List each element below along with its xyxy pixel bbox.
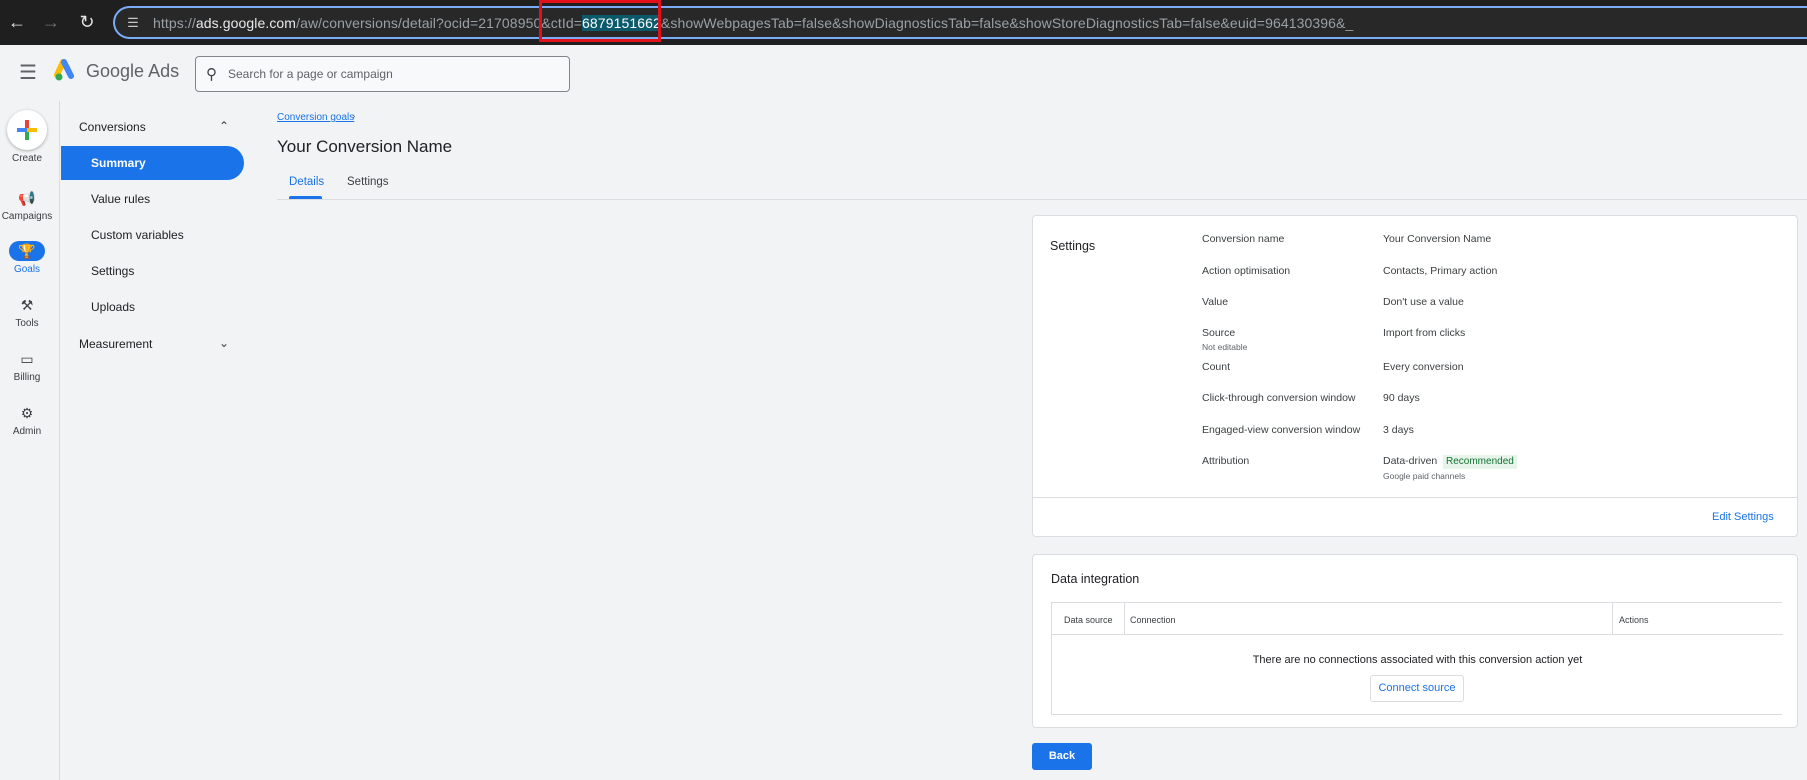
brand-google: Google	[86, 61, 145, 81]
breadcrumb-chevron-icon: ›	[352, 111, 356, 122]
url-host: ads.google.com	[195, 15, 297, 31]
rail-label: Tools	[15, 318, 39, 329]
setting-label: Source	[1202, 327, 1236, 339]
setting-value: Don't use a value	[1383, 296, 1464, 308]
nav-item-settings[interactable]: Settings	[61, 254, 244, 288]
setting-label: Count	[1202, 361, 1231, 373]
setting-label: Engaged-view conversion window	[1202, 424, 1361, 436]
nav-item-summary[interactable]: Summary	[61, 146, 244, 180]
highlight-box	[539, 0, 661, 42]
setting-label: Value	[1202, 296, 1229, 308]
create-label: Create	[0, 153, 54, 164]
setting-value: 3 days	[1383, 424, 1414, 436]
rail-label: Campaigns	[1, 211, 53, 222]
empty-state-message: There are no connections associated with…	[1252, 654, 1583, 666]
tools-icon: ⚒	[20, 297, 34, 313]
breadcrumb-link[interactable]: Conversion goals	[277, 112, 354, 123]
table-header-divider	[1052, 634, 1783, 635]
setting-value: 90 days	[1383, 392, 1420, 404]
edit-settings-button[interactable]: Edit Settings	[1712, 511, 1774, 523]
data-integration-title: Data integration	[1051, 572, 1140, 586]
search-input[interactable]: ⚲ Search for a page or campaign	[195, 56, 570, 92]
setting-value: Import from clicks	[1383, 327, 1466, 339]
google-ads-logo	[54, 59, 74, 81]
column-header: Data source	[1064, 615, 1113, 625]
rail-item-admin[interactable]: ⚙ Admin	[0, 403, 54, 437]
plus-icon-bar	[17, 128, 37, 132]
megaphone-icon: 📢	[18, 190, 36, 206]
chevron-down-icon[interactable]: ⌄	[219, 336, 229, 350]
forward-arrow-icon[interactable]: →	[39, 10, 63, 34]
left-rail: Create 📢 Campaigns 🏆 Goals ⚒ Tools ▭ Billing…	[0, 101, 60, 780]
connect-source-button[interactable]: Connect source	[1370, 675, 1464, 702]
site-info-icon[interactable]: ☰	[124, 14, 142, 32]
search-placeholder: Search for a page or campaign	[228, 67, 393, 81]
back-button[interactable]: Back	[1032, 743, 1092, 770]
brand-name: Google Ads	[86, 61, 179, 82]
search-icon: ⚲	[206, 66, 217, 83]
nav-section-conversions[interactable]: Conversions	[79, 120, 146, 134]
brand-ads: Ads	[148, 61, 180, 81]
settings-card	[1032, 215, 1798, 537]
back-arrow-icon[interactable]: ←	[5, 10, 29, 34]
connections-table: Data source Connection Actions There are…	[1051, 602, 1783, 715]
setting-label: Conversion name	[1202, 233, 1285, 245]
nav-section-measurement[interactable]: Measurement	[79, 337, 152, 351]
setting-value: Data-driven	[1383, 455, 1438, 467]
setting-value: Every conversion	[1383, 361, 1464, 373]
url-text: https://ads.google.com/aw/conversions/de…	[153, 15, 1353, 31]
gear-icon: ⚙	[20, 405, 34, 421]
rail-label: Admin	[12, 426, 42, 437]
hamburger-menu-icon[interactable]: ☰	[16, 61, 40, 85]
browser-toolbar: ← → ↻ ☰ https://ads.google.com/aw/conver…	[0, 0, 1807, 45]
rail-item-tools[interactable]: ⚒ Tools	[0, 295, 54, 329]
tab-details[interactable]: Details	[289, 176, 324, 188]
app-header: ☰ Google Ads ⚲ Search for a page or camp…	[0, 45, 1807, 101]
rail-item-campaigns[interactable]: 📢 Campaigns	[0, 188, 54, 222]
tab-settings[interactable]: Settings	[347, 176, 389, 188]
recommended-badge: Recommended	[1443, 455, 1517, 469]
chevron-up-icon[interactable]: ⌃	[219, 119, 229, 133]
column-separator	[1612, 603, 1613, 634]
column-header: Connection	[1130, 615, 1176, 625]
setting-sublabel: Not editable	[1202, 342, 1248, 352]
rail-item-goals[interactable]: 🏆 Goals	[0, 241, 54, 275]
nav-item-uploads[interactable]: Uploads	[61, 290, 244, 324]
settings-card-title: Settings	[1050, 239, 1096, 253]
url-path-rest: &showWebpagesTab=false&showDiagnosticsTa…	[660, 15, 1354, 31]
rail-label: Billing	[13, 372, 41, 383]
create-label-text: Create	[11, 153, 42, 164]
card-divider	[1033, 497, 1797, 498]
rail-label: Goals	[13, 264, 41, 275]
page-title: Your Conversion Name	[277, 137, 453, 156]
card-icon: ▭	[20, 351, 34, 367]
column-header: Actions	[1619, 615, 1649, 625]
trophy-icon: 🏆	[9, 241, 45, 261]
column-separator	[1124, 603, 1125, 634]
tabs-divider	[277, 199, 1807, 200]
nav-item-custom-variables[interactable]: Custom variables	[61, 218, 244, 252]
create-button[interactable]	[7, 110, 47, 150]
setting-label: Click-through conversion window	[1202, 392, 1356, 404]
address-bar[interactable]: ☰ https://ads.google.com/aw/conversions/…	[113, 6, 1807, 39]
section-nav: Conversions ⌃ Summary Value rules Custom…	[61, 101, 247, 780]
setting-label: Action optimisation	[1202, 265, 1291, 277]
url-prefix: https://	[153, 15, 196, 31]
setting-value: Contacts, Primary action	[1383, 265, 1498, 277]
setting-value: Your Conversion Name	[1383, 233, 1492, 245]
rail-item-billing[interactable]: ▭ Billing	[0, 349, 54, 383]
reload-icon[interactable]: ↻	[75, 10, 99, 34]
nav-item-value-rules[interactable]: Value rules	[61, 182, 244, 216]
setting-subvalue: Google paid channels	[1383, 471, 1466, 481]
setting-label: Attribution	[1202, 455, 1250, 467]
